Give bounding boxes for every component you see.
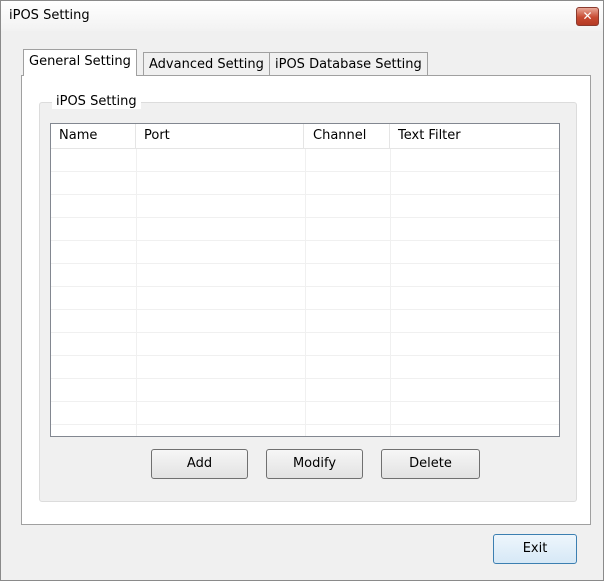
tab-general-setting[interactable]: General Setting — [23, 49, 137, 76]
tab-advanced-setting[interactable]: Advanced Setting — [143, 52, 270, 77]
empty-row — [51, 172, 559, 195]
title-bar[interactable]: iPOS Setting ✕ — [1, 1, 603, 31]
column-header-label: Port — [144, 128, 170, 143]
empty-row — [51, 218, 559, 241]
tab-label: Advanced Setting — [149, 57, 264, 72]
ipos-setting-dialog: iPOS Setting ✕ General Setting Advanced … — [0, 0, 604, 581]
tab-label: General Setting — [29, 54, 131, 69]
list-header: Name Port Channel Text Filter — [51, 124, 559, 149]
column-header-label: Name — [59, 128, 98, 143]
group-label: iPOS Setting — [52, 94, 141, 109]
empty-row — [51, 402, 559, 425]
exit-button[interactable]: Exit — [493, 534, 577, 564]
add-button-label: Add — [186, 456, 213, 471]
column-header-port[interactable]: Port — [136, 124, 304, 148]
delete-button[interactable]: Delete — [381, 449, 480, 479]
general-setting-panel: iPOS Setting Name Port Channel Text Filt… — [21, 75, 591, 525]
window-title: iPOS Setting — [9, 8, 90, 23]
empty-row — [51, 287, 559, 310]
column-header-name[interactable]: Name — [51, 124, 136, 148]
empty-row — [51, 379, 559, 402]
empty-row — [51, 356, 559, 379]
modify-button[interactable]: Modify — [266, 449, 363, 479]
modify-button-label: Modify — [292, 456, 337, 471]
ipos-list[interactable]: Name Port Channel Text Filter — [50, 123, 560, 437]
empty-row — [51, 310, 559, 333]
close-button[interactable]: ✕ — [576, 7, 599, 26]
add-button[interactable]: Add — [151, 449, 248, 479]
exit-button-label: Exit — [522, 541, 548, 556]
empty-row — [51, 333, 559, 356]
empty-row — [51, 149, 559, 172]
tab-label: iPOS Database Setting — [275, 57, 422, 72]
close-icon: ✕ — [582, 9, 593, 23]
tab-ipos-database-setting[interactable]: iPOS Database Setting — [269, 52, 428, 77]
empty-row — [51, 241, 559, 264]
empty-row — [51, 264, 559, 287]
list-rows — [51, 149, 559, 436]
empty-row — [51, 195, 559, 218]
column-header-label: Text Filter — [398, 128, 461, 143]
column-header-label: Channel — [313, 128, 367, 143]
delete-button-label: Delete — [409, 456, 452, 471]
ipos-setting-group: Name Port Channel Text Filter Add Modify… — [39, 102, 577, 502]
column-header-text-filter[interactable]: Text Filter — [390, 124, 558, 148]
dialog-client-area: General Setting Advanced Setting iPOS Da… — [7, 31, 597, 574]
column-header-channel[interactable]: Channel — [305, 124, 390, 148]
